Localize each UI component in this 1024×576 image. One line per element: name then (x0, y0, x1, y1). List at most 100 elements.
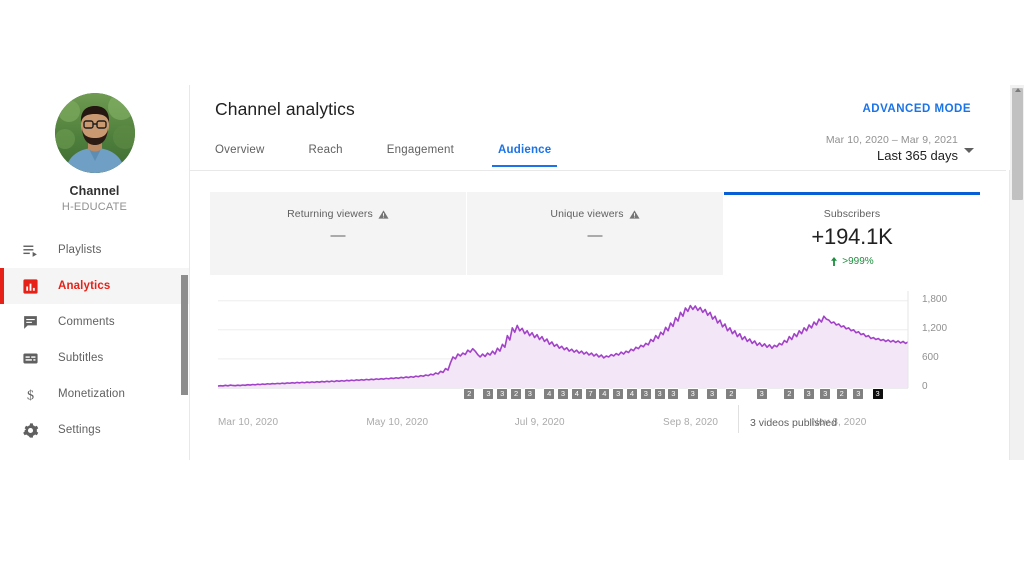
video-count-badge[interactable]: 4 (571, 388, 583, 400)
analytics-tabs: Overview Reach Engagement Audience (215, 144, 595, 167)
sidebar: Channel H-EDUCATE Playlists (0, 85, 190, 460)
sidebar-item-comments[interactable]: Comments (0, 304, 189, 340)
sidebar-item-playlists[interactable]: Playlists (0, 232, 189, 268)
channel-name: H-EDUCATE (62, 201, 127, 213)
metric-delta: >999% (830, 256, 873, 267)
channel-avatar-photo (55, 93, 135, 173)
video-count-badge[interactable]: 3 (496, 388, 508, 400)
metric-label: Subscribers (824, 208, 881, 220)
tab-label: Audience (498, 144, 551, 156)
sidebar-item-monetization[interactable]: $ Monetization (0, 376, 189, 412)
metric-card-label-row: Returning viewers (287, 208, 389, 220)
metric-label: Unique viewers (550, 208, 623, 220)
video-count-badge[interactable]: 2 (463, 388, 475, 400)
metric-card-subscribers[interactable]: Subscribers +194.1K >999% (724, 192, 980, 275)
video-count-badge[interactable]: 3 (687, 388, 699, 400)
sidebar-item-label: Playlists (58, 244, 102, 256)
video-count-badge[interactable]: 3 (667, 388, 679, 400)
scroll-up-arrow-icon[interactable] (1015, 88, 1021, 92)
y-axis-tick: 1,800 (922, 294, 947, 305)
video-count-badge[interactable]: 3 (852, 388, 864, 400)
video-count-badge[interactable]: 3 (872, 388, 884, 400)
metric-delta-value: >999% (842, 256, 873, 267)
video-count-badge[interactable]: 7 (585, 388, 597, 400)
tab-overview[interactable]: Overview (215, 144, 265, 167)
tab-engagement[interactable]: Engagement (387, 144, 454, 167)
video-count-badge[interactable]: 3 (524, 388, 536, 400)
video-count-badge[interactable]: 4 (543, 388, 555, 400)
chevron-down-icon[interactable] (964, 148, 974, 153)
subtitles-icon (21, 349, 40, 368)
channel-block: Channel H-EDUCATE (0, 85, 189, 213)
avatar[interactable] (55, 93, 135, 173)
metric-value: — (331, 228, 346, 243)
sidebar-item-label: Monetization (58, 388, 125, 400)
y-axis-tick: 1,200 (922, 323, 947, 334)
tabs-divider (190, 170, 1006, 171)
analytics-icon (21, 277, 40, 296)
video-count-badge[interactable]: 3 (706, 388, 718, 400)
x-axis-tick: Sep 8, 2020 (663, 417, 718, 428)
video-count-badge[interactable]: 3 (557, 388, 569, 400)
metric-card-label-row: Subscribers (824, 208, 881, 220)
sidebar-item-label: Settings (58, 424, 101, 436)
sidebar-item-analytics[interactable]: Analytics (0, 268, 189, 304)
video-count-badge[interactable]: 3 (482, 388, 494, 400)
warning-triangle-icon[interactable] (378, 209, 389, 220)
video-count-badge[interactable]: 2 (725, 388, 737, 400)
app-viewport: Channel H-EDUCATE Playlists (0, 85, 1024, 460)
metric-card-returning-viewers[interactable]: Returning viewers — (210, 192, 467, 275)
dollar-icon: $ (21, 385, 40, 404)
youtube-studio-analytics-page: Channel H-EDUCATE Playlists (0, 0, 1024, 576)
sidebar-scrollbar[interactable] (181, 275, 188, 395)
advanced-mode-link[interactable]: ADVANCED MODE (862, 103, 971, 115)
video-count-badge[interactable]: 3 (640, 388, 652, 400)
video-count-badge[interactable]: 3 (803, 388, 815, 400)
svg-text:$: $ (27, 387, 34, 403)
metric-card-unique-viewers[interactable]: Unique viewers — (467, 192, 724, 275)
playlist-icon (21, 241, 40, 260)
video-count-badge[interactable]: 4 (598, 388, 610, 400)
sidebar-item-label: Subtitles (58, 352, 103, 364)
metric-value: +194.1K (811, 224, 892, 250)
metric-value: — (588, 228, 603, 243)
date-range-selector[interactable]: Mar 10, 2020 – Mar 9, 2021 Last 365 days (826, 134, 958, 163)
tab-audience[interactable]: Audience (498, 144, 551, 167)
metric-label: Returning viewers (287, 208, 373, 220)
arrow-up-icon (830, 257, 838, 266)
video-count-badge[interactable]: 2 (836, 388, 848, 400)
warning-triangle-icon[interactable] (629, 209, 640, 220)
footer-divider (738, 405, 739, 433)
video-count-badge[interactable]: 2 (510, 388, 522, 400)
sidebar-nav: Playlists Analytics (0, 232, 189, 448)
channel-type-label: Channel (69, 184, 119, 198)
subscribers-chart[interactable]: 0 600 1,200 1,800 Mar 10, 2020May 10, 20… (210, 285, 996, 435)
date-range-label: Last 365 days (826, 148, 958, 163)
sidebar-item-label: Analytics (58, 280, 110, 292)
x-axis-tick: Mar 10, 2020 (218, 417, 278, 428)
chart-canvas (210, 285, 996, 405)
video-count-badge[interactable]: 3 (819, 388, 831, 400)
video-count-badge[interactable]: 2 (783, 388, 795, 400)
comment-icon (21, 313, 40, 332)
sidebar-item-label: Comments (58, 316, 115, 328)
page-scrollbar-thumb[interactable] (1012, 88, 1023, 200)
video-count-badge[interactable]: 3 (654, 388, 666, 400)
date-range-detail: Mar 10, 2020 – Mar 9, 2021 (826, 134, 958, 146)
video-count-badge[interactable]: 4 (626, 388, 638, 400)
y-axis-tick: 600 (922, 352, 939, 363)
sidebar-item-subtitles[interactable]: Subtitles (0, 340, 189, 376)
tab-label: Reach (309, 144, 343, 156)
video-count-badge[interactable]: 3 (756, 388, 768, 400)
main-content: Channel analytics ADVANCED MODE Mar 10, … (190, 85, 1006, 460)
video-count-badge[interactable]: 3 (612, 388, 624, 400)
gear-icon (21, 421, 40, 440)
tab-reach[interactable]: Reach (309, 144, 343, 167)
page-title: Channel analytics (215, 99, 355, 120)
tab-label: Engagement (387, 144, 454, 156)
videos-published-note: 3 videos published (750, 417, 837, 429)
x-axis-tick: May 10, 2020 (366, 417, 428, 428)
metric-card-label-row: Unique viewers (550, 208, 639, 220)
sidebar-item-settings[interactable]: Settings (0, 412, 189, 448)
x-axis-tick: Jul 9, 2020 (515, 417, 565, 428)
